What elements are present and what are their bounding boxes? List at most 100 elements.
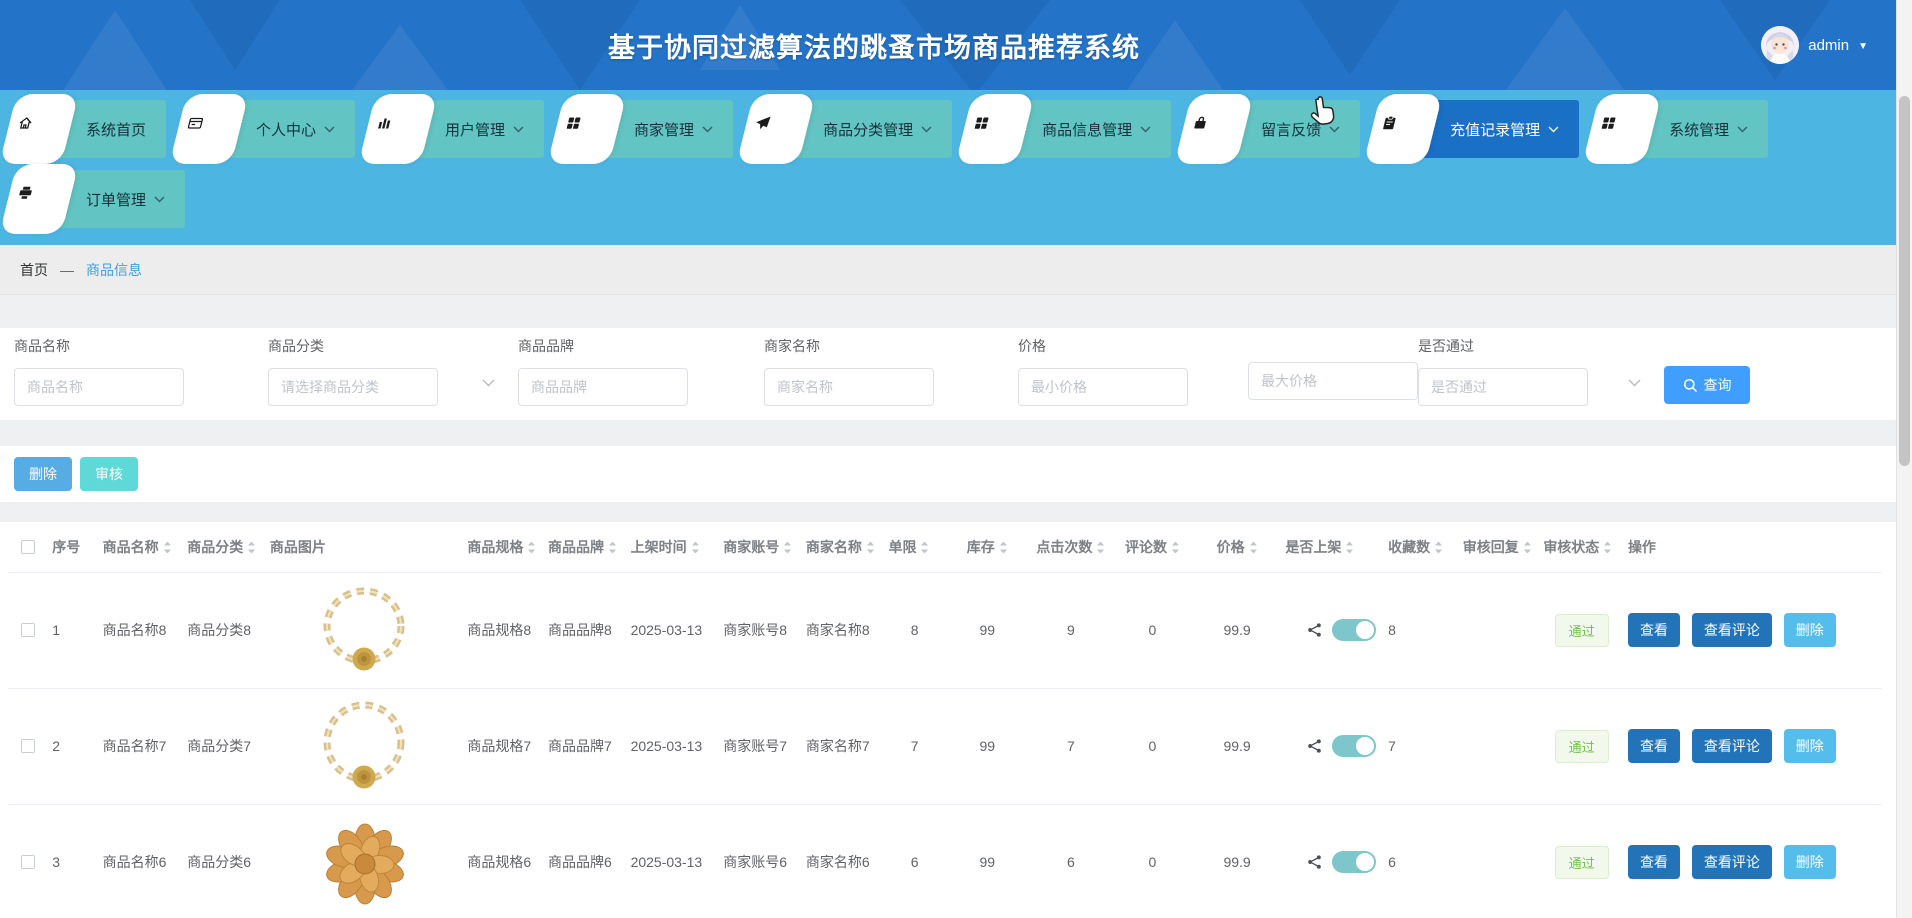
sort-carets-icon[interactable] (999, 541, 1008, 554)
price-min-input[interactable] (1018, 368, 1188, 406)
nav-item-merchant-management[interactable]: 商家管理 (568, 100, 733, 158)
nav-item-system-home[interactable]: 系统首页 (20, 100, 166, 158)
row-delete-button[interactable]: 删除 (1784, 845, 1836, 879)
sort-carets-icon[interactable] (783, 541, 792, 554)
cell-date: 2025-03-13 (631, 851, 715, 873)
sort-carets-icon[interactable] (920, 541, 929, 554)
sort-carets-icon[interactable] (1171, 541, 1180, 554)
sort-carets-icon[interactable] (1523, 541, 1532, 554)
filter-product-name: 商品名称 (14, 336, 184, 406)
search-icon (1683, 378, 1698, 393)
view-comments-button[interactable]: 查看评论 (1692, 613, 1772, 647)
chevron-down-icon (702, 126, 713, 133)
on-shelf-toggle[interactable] (1332, 851, 1376, 873)
on-shelf-toggle[interactable] (1332, 619, 1376, 641)
breadcrumb-current[interactable]: 商品信息 (86, 260, 142, 280)
vertical-scrollbar[interactable] (1896, 0, 1912, 918)
view-button[interactable]: 查看 (1628, 845, 1680, 879)
view-button[interactable]: 查看 (1628, 613, 1680, 647)
cell-price: 99.9 (1193, 804, 1282, 918)
cell-brand: 商品品牌6 (544, 804, 627, 918)
nav-item-user-management[interactable]: 用户管理 (379, 100, 544, 158)
nav-item-system-management[interactable]: 系统管理 (1603, 100, 1768, 158)
sort-carets-icon[interactable] (247, 541, 256, 554)
row-checkbox[interactable] (21, 739, 35, 753)
table-row: 2 商品名称7 商品分类7 商品规格7 商品品牌7 2025-03-13 商家账… (8, 688, 1882, 804)
column-header: 上架时间 (631, 537, 687, 557)
sort-carets-icon[interactable] (1345, 541, 1354, 554)
select-chevron-down-icon[interactable] (482, 379, 495, 387)
share-icon[interactable] (1307, 622, 1322, 638)
column-header: 审核回复 (1463, 537, 1519, 557)
cell-price: 99.9 (1193, 688, 1282, 804)
filter-label: 商品分类 (268, 336, 438, 356)
sort-carets-icon[interactable] (1434, 541, 1443, 554)
row-checkbox[interactable] (21, 623, 35, 637)
table-row: 3 商品名称6 商品分类6 (8, 804, 1882, 918)
approved-select[interactable]: 是否通过 (1418, 368, 1588, 406)
product-category-select[interactable]: 请选择商品分类 (268, 368, 438, 406)
column-header: 操作 (1628, 537, 1656, 557)
filter-merchant-name: 商家名称 (764, 336, 934, 406)
select-chevron-down-icon[interactable] (1628, 379, 1641, 387)
cell-spec: 商品规格8 (463, 572, 544, 688)
product-image-dried-flower[interactable] (314, 811, 416, 913)
share-icon[interactable] (1307, 738, 1322, 754)
chevron-down-icon (513, 126, 524, 133)
cell-price: 99.9 (1193, 572, 1282, 688)
cell-clicks: 9 (1030, 572, 1113, 688)
cell-date: 2025-03-13 (631, 735, 715, 757)
filter-label: 商家名称 (764, 336, 934, 356)
product-name-input[interactable] (14, 368, 184, 406)
nav-label: 商品信息管理 (1042, 119, 1132, 140)
price-max-input[interactable] (1248, 362, 1418, 400)
nav-icon-plate (0, 94, 79, 164)
product-brand-input[interactable] (518, 368, 688, 406)
breadcrumb-home[interactable]: 首页 (20, 260, 48, 280)
nav-item-product-info-management[interactable]: 商品信息管理 (976, 100, 1171, 158)
row-checkbox[interactable] (21, 855, 35, 869)
share-icon[interactable] (1307, 854, 1322, 870)
select-all-checkbox[interactable] (21, 540, 35, 554)
column-header: 价格 (1217, 537, 1245, 557)
product-image-gold-bracelet[interactable] (316, 698, 412, 794)
cell-clicks: 7 (1030, 688, 1113, 804)
view-comments-button[interactable]: 查看评论 (1692, 845, 1772, 879)
delete-button[interactable]: 删除 (14, 457, 72, 491)
column-header: 评论数 (1125, 537, 1167, 557)
nav-item-personal-center[interactable]: 个人中心 (190, 100, 355, 158)
cell-clicks: 6 (1030, 804, 1113, 918)
user-dropdown-caret-icon[interactable]: ▼ (1858, 41, 1868, 52)
filter-product-brand: 商品品牌 (518, 336, 688, 406)
nav-icon-plate (0, 164, 79, 234)
sort-carets-icon[interactable] (1603, 541, 1612, 554)
on-shelf-toggle[interactable] (1332, 735, 1376, 757)
sort-carets-icon[interactable] (866, 541, 875, 554)
merchant-name-input[interactable] (764, 368, 934, 406)
cell-limit: 6 (884, 804, 944, 918)
sort-carets-icon[interactable] (1096, 541, 1105, 554)
view-button[interactable]: 查看 (1628, 729, 1680, 763)
sort-carets-icon[interactable] (608, 541, 617, 554)
nav-item-recharge-records[interactable]: 充值记录管理 (1384, 100, 1579, 158)
scrollbar-thumb[interactable] (1899, 96, 1910, 466)
cell-merchant: 商家名称6 (802, 804, 885, 918)
sort-carets-icon[interactable] (1249, 541, 1258, 554)
review-button[interactable]: 审核 (80, 457, 138, 491)
nav-label: 系统首页 (86, 119, 146, 140)
sort-carets-icon[interactable] (163, 541, 172, 554)
nav-item-category-management[interactable]: 商品分类管理 (757, 100, 952, 158)
product-image-gold-bracelet[interactable] (316, 585, 412, 675)
row-delete-button[interactable]: 删除 (1784, 729, 1836, 763)
row-delete-button[interactable]: 删除 (1784, 613, 1836, 647)
search-button[interactable]: 查询 (1664, 366, 1750, 404)
user-menu[interactable]: admin ▼ (1761, 0, 1868, 90)
sort-carets-icon[interactable] (527, 541, 536, 554)
sort-carets-icon[interactable] (691, 541, 700, 554)
filter-label: 商品品牌 (518, 336, 688, 356)
view-comments-button[interactable]: 查看评论 (1692, 729, 1772, 763)
cell-category: 商品分类8 (183, 572, 266, 688)
nav-item-order-management[interactable]: 订单管理 (20, 170, 185, 228)
nav-icon-plate (358, 94, 437, 164)
avatar[interactable] (1761, 26, 1799, 64)
